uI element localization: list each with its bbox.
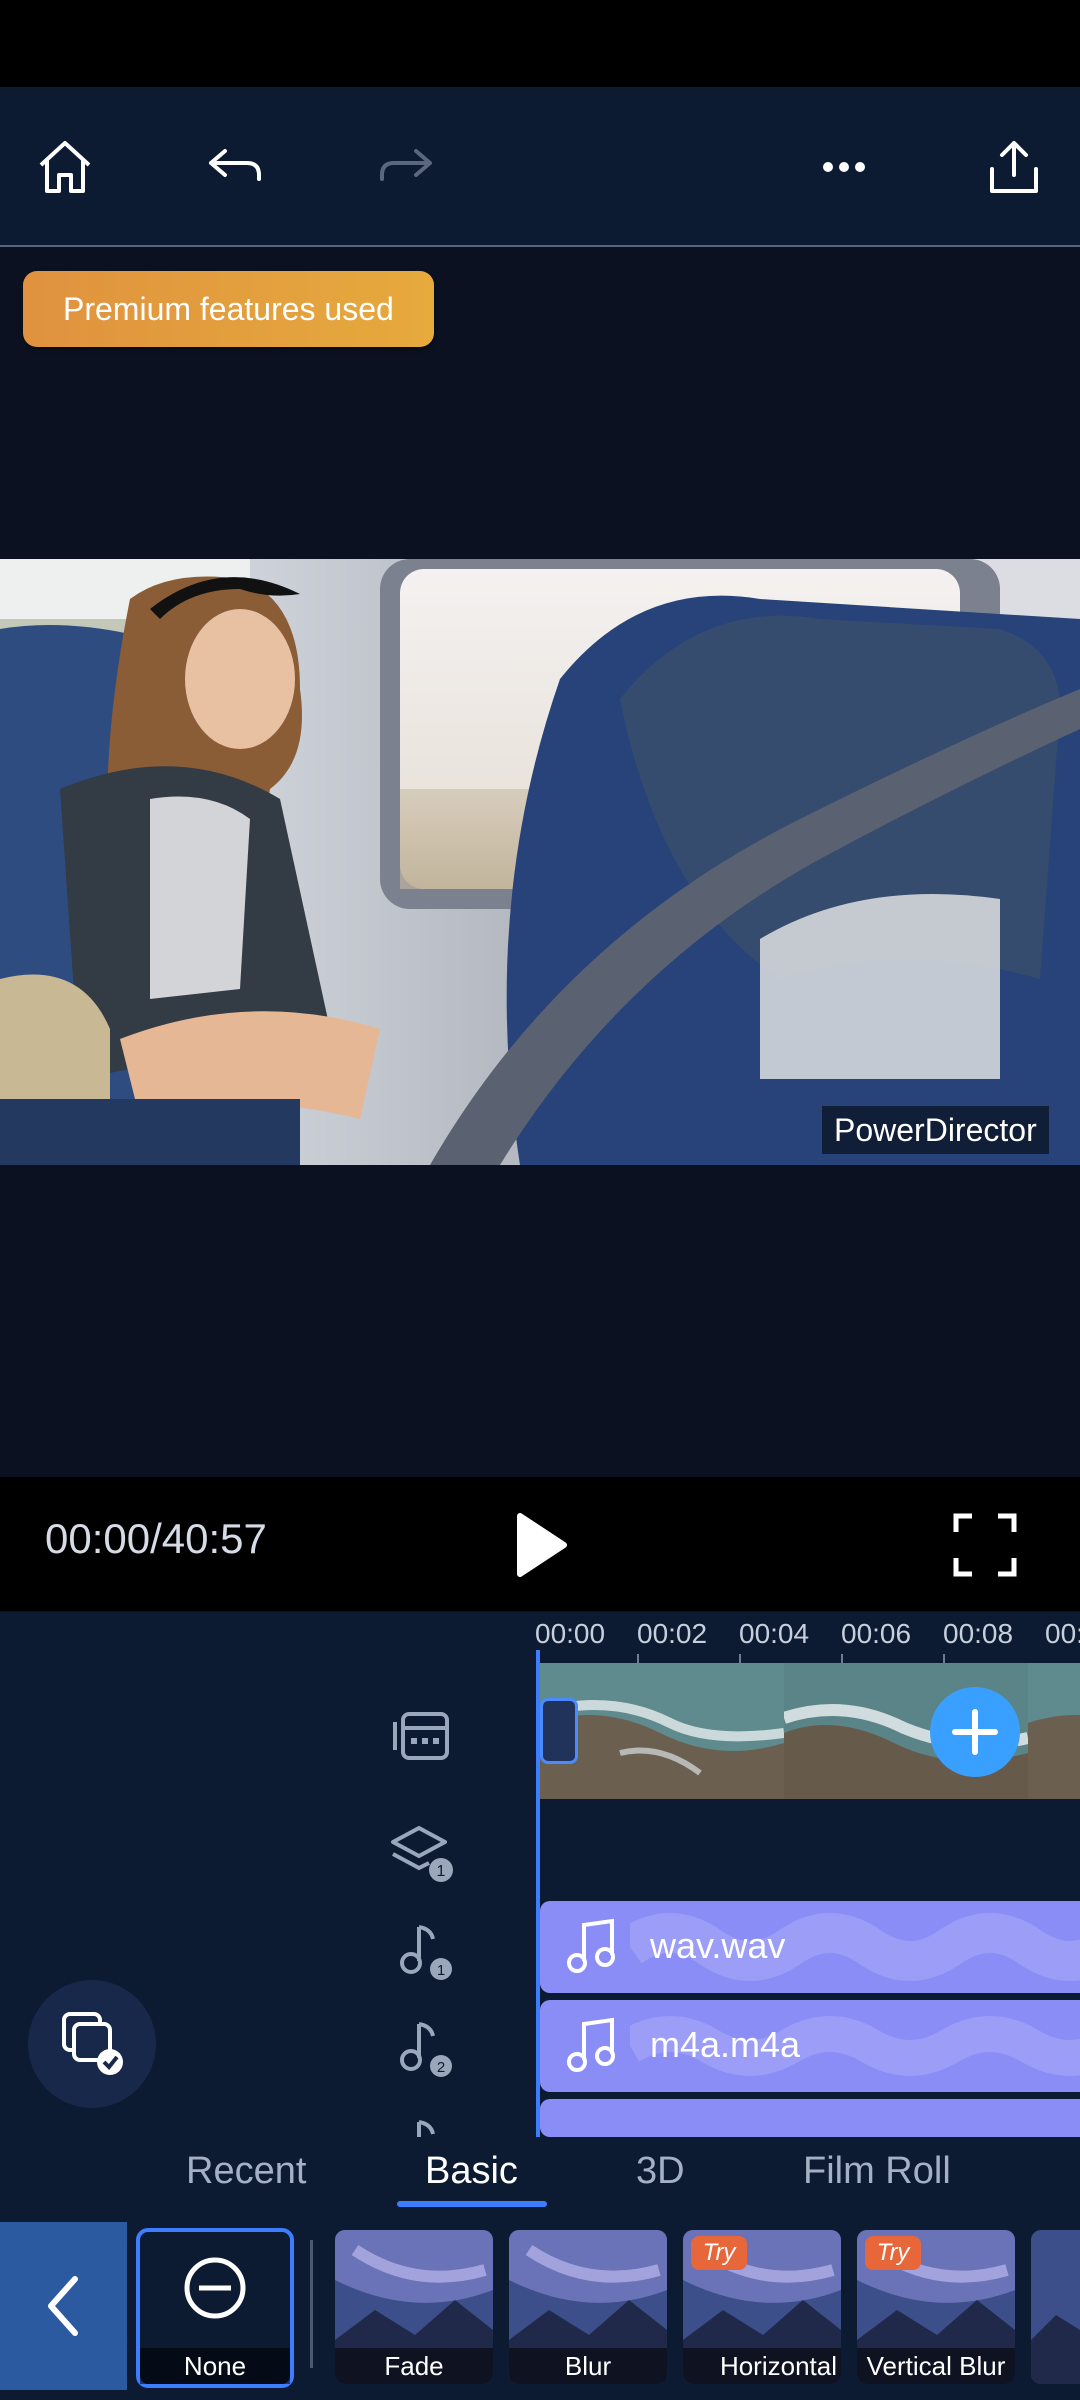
transition-horizontal[interactable]: Try Horizontal	[683, 2230, 841, 2384]
transition-thumbnail	[1031, 2230, 1080, 2384]
transition-partial[interactable]	[1031, 2230, 1080, 2384]
music-track-icon[interactable]: 2	[385, 2012, 455, 2082]
music-track-badge: 1	[437, 1962, 445, 1979]
transition-label: Fade	[335, 2348, 493, 2384]
audio-clip[interactable]	[540, 2099, 1080, 2137]
premium-features-badge[interactable]: Premium features used	[23, 271, 434, 347]
ruler-label: 00:1	[1045, 1618, 1080, 1649]
divider	[310, 2240, 313, 2368]
watermark: PowerDirector	[822, 1106, 1049, 1154]
tab-basic[interactable]: Basic	[425, 2150, 518, 2193]
undo-button[interactable]	[195, 127, 275, 207]
ruler-label: 00:06	[841, 1618, 912, 1649]
share-icon	[990, 141, 1038, 193]
transition-blur[interactable]: Blur	[509, 2230, 667, 2384]
layer-manager-button[interactable]	[28, 1980, 156, 2108]
back-button[interactable]	[0, 2222, 127, 2390]
transition-vertical-blur[interactable]: Try Vertical Blur	[857, 2230, 1015, 2384]
share-button[interactable]	[974, 127, 1054, 207]
layers-check-icon	[62, 2012, 123, 2075]
try-badge: Try	[865, 2236, 921, 2270]
play-button[interactable]	[512, 1510, 572, 1580]
clip-trim-handle[interactable]	[540, 1698, 578, 1764]
overlay-track-icon[interactable]: 1	[385, 1818, 455, 1888]
transition-none[interactable]: None	[136, 2228, 294, 2388]
music-track-icon[interactable]: 1	[385, 1915, 455, 1985]
transition-label: None	[140, 2348, 290, 2384]
music-note-icon	[567, 2017, 615, 2072]
status-bar	[0, 0, 1080, 87]
active-tab-indicator	[397, 2201, 547, 2207]
audio-clip[interactable]: m4a.m4a	[540, 2000, 1080, 2092]
fullscreen-button[interactable]	[952, 1512, 1018, 1578]
redo-button[interactable]	[366, 127, 446, 207]
audio-clip-name: wav.wav	[650, 1925, 786, 1966]
ruler-label: 00:08	[943, 1618, 1014, 1649]
none-circle-icon	[184, 2257, 246, 2319]
fullscreen-icon	[953, 1513, 1017, 1577]
ruler-label: 00:02	[637, 1618, 708, 1649]
audio-clip[interactable]: wav.wav	[540, 1901, 1080, 1993]
try-badge: Try	[691, 2236, 747, 2270]
transition-label: Blur	[509, 2348, 667, 2384]
transition-label: Vertical Blur	[857, 2348, 1015, 2384]
top-toolbar	[0, 87, 1080, 247]
home-icon	[39, 141, 91, 193]
transition-label: Horizontal	[683, 2348, 841, 2384]
add-media-button[interactable]	[930, 1687, 1020, 1777]
music-note-icon	[567, 1918, 615, 1973]
music-track-badge: 2	[437, 2059, 445, 2076]
home-button[interactable]	[25, 127, 105, 207]
more-button[interactable]	[804, 127, 884, 207]
timecode: 00:00/40:57	[45, 1515, 267, 1562]
tab-3d[interactable]: 3D	[636, 2150, 685, 2193]
video-track-icon[interactable]	[385, 1700, 455, 1770]
clip-thumbnail	[1028, 1663, 1080, 1799]
ruler-label: 00:04	[739, 1618, 810, 1649]
time-ruler[interactable]: 00:00 00:02 00:04 00:06 00:08 00:1	[535, 1618, 1080, 1668]
play-icon	[517, 1513, 567, 1577]
transition-fade[interactable]: Fade	[335, 2230, 493, 2384]
tab-film-roll[interactable]: Film Roll	[803, 2150, 951, 2193]
video-preview[interactable]	[0, 559, 1080, 1165]
ruler-label: 00:00	[535, 1618, 606, 1649]
undo-icon	[209, 149, 261, 181]
plus-icon	[952, 1709, 998, 1755]
overlay-track-badge: 1	[437, 1863, 446, 1880]
more-icon	[823, 162, 865, 172]
preview-image	[0, 559, 1080, 1165]
chevron-left-icon	[47, 2276, 78, 2336]
redo-icon	[380, 149, 432, 181]
tab-recent[interactable]: Recent	[186, 2150, 306, 2193]
audio-clip-name: m4a.m4a	[650, 2024, 801, 2065]
music-track-icon[interactable]	[385, 2110, 455, 2137]
